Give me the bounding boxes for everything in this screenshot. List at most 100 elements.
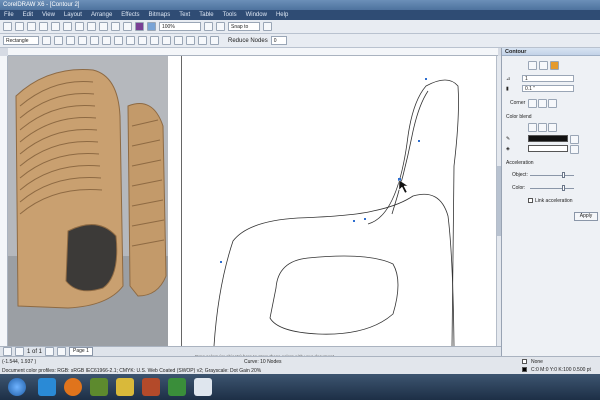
outline-color-icon: ✎	[506, 136, 511, 142]
docker-title: Contour	[502, 48, 600, 56]
counterclockwise-blend-icon[interactable]	[548, 123, 557, 132]
smooth-node-icon[interactable]	[126, 36, 135, 45]
reduce-nodes-input[interactable]: 0	[270, 36, 287, 45]
link-acceleration-checkbox[interactable]	[528, 198, 533, 203]
selection-mode-select[interactable]: Rectangle	[3, 36, 39, 45]
offset-input[interactable]: 0.1 "	[522, 85, 574, 92]
snap-to-dropdown[interactable]: Snap to	[228, 22, 260, 31]
welcome-screen-icon[interactable]	[147, 22, 156, 31]
cut-icon[interactable]	[51, 22, 60, 31]
photo-app-icon[interactable]	[142, 378, 160, 396]
page-1-tab[interactable]: Page 1	[69, 347, 93, 356]
reverse-direction-icon[interactable]	[150, 36, 159, 45]
export-icon[interactable]	[123, 22, 132, 31]
zoom-level-select[interactable]: 100%	[159, 22, 201, 31]
drawing-canvas[interactable]	[8, 56, 496, 346]
paste-icon[interactable]	[75, 22, 84, 31]
extract-subpath-icon[interactable]	[162, 36, 171, 45]
color-acceleration-slider[interactable]	[562, 185, 565, 191]
break-curve-icon[interactable]	[78, 36, 87, 45]
menu-file[interactable]: File	[4, 12, 14, 18]
clockwise-blend-icon[interactable]	[538, 123, 547, 132]
menu-edit[interactable]: Edit	[23, 12, 33, 18]
media-app-icon[interactable]	[90, 378, 108, 396]
outline-indicator-text: C:0 M:0 Y:0 K:100 0.500 pt	[531, 367, 591, 373]
round-corners-icon[interactable]	[538, 99, 547, 108]
align-nodes-icon[interactable]	[198, 36, 207, 45]
to-center-icon[interactable]	[528, 61, 537, 70]
color-acceleration-label: Color:	[512, 185, 526, 191]
firefox-icon[interactable]	[64, 378, 82, 396]
window-title-bar: CorelDRAW X6 - [Contour 2]	[0, 0, 600, 10]
full-screen-icon[interactable]	[204, 22, 213, 31]
select-all-nodes-icon[interactable]	[210, 36, 219, 45]
linear-blend-icon[interactable]	[528, 123, 537, 132]
fill-indicator-text: None	[531, 359, 543, 365]
steps-input[interactable]: 1	[522, 75, 574, 82]
menu-help[interactable]: Help	[276, 12, 288, 18]
apply-button[interactable]: Apply	[574, 212, 598, 221]
status-bar: (-1.544, 1.937 ) Curve: 10 Nodes Documen…	[0, 356, 600, 374]
stretch-nodes-icon[interactable]	[174, 36, 183, 45]
new-document-icon[interactable]	[3, 22, 12, 31]
curve-node	[220, 261, 222, 263]
corel-app-launcher-icon[interactable]	[135, 22, 144, 31]
fill-color-dropdown[interactable]	[570, 145, 579, 154]
app-taskbar-icon[interactable]	[194, 378, 212, 396]
menu-tools[interactable]: Tools	[223, 12, 237, 18]
fill-indicator-swatch[interactable]	[522, 359, 527, 364]
options-gear-icon[interactable]	[263, 22, 272, 31]
menu-view[interactable]: View	[42, 12, 55, 18]
undo-icon[interactable]	[87, 22, 96, 31]
cusp-node-icon[interactable]	[114, 36, 123, 45]
vertical-ruler[interactable]	[0, 56, 8, 346]
seat-cutout-curve	[269, 255, 399, 335]
show-rulers-icon[interactable]	[216, 22, 225, 31]
internet-explorer-icon[interactable]	[38, 378, 56, 396]
menu-bitmaps[interactable]: Bitmaps	[149, 12, 171, 18]
add-page-icon[interactable]	[57, 347, 67, 356]
offset-icon: ▮	[506, 86, 509, 92]
menu-table[interactable]: Table	[199, 12, 213, 18]
to-curve-icon[interactable]	[102, 36, 111, 45]
first-page-icon[interactable]	[3, 347, 12, 356]
join-nodes-icon[interactable]	[66, 36, 75, 45]
menu-window[interactable]: Window	[246, 12, 267, 18]
save-icon[interactable]	[27, 22, 36, 31]
coreldraw-taskbar-icon[interactable]	[168, 378, 186, 396]
delete-node-icon[interactable]	[54, 36, 63, 45]
redo-icon[interactable]	[99, 22, 108, 31]
menu-effects[interactable]: Effects	[121, 12, 139, 18]
import-icon[interactable]	[111, 22, 120, 31]
previous-page-icon[interactable]	[15, 347, 24, 356]
outside-contour-icon[interactable]	[550, 61, 559, 70]
object-acceleration-slider[interactable]	[562, 172, 565, 178]
copy-icon[interactable]	[63, 22, 72, 31]
rotate-nodes-icon[interactable]	[186, 36, 195, 45]
next-page-icon[interactable]	[45, 347, 55, 356]
fill-color-icon: ◈	[506, 146, 510, 152]
menu-layout[interactable]: Layout	[64, 12, 82, 18]
open-folder-icon[interactable]	[15, 22, 24, 31]
inside-contour-icon[interactable]	[539, 61, 548, 70]
fill-color-swatch[interactable]	[528, 145, 568, 152]
menu-text[interactable]: Text	[179, 12, 190, 18]
horizontal-ruler[interactable]	[8, 48, 498, 56]
print-icon[interactable]	[39, 22, 48, 31]
color-acceleration-track[interactable]	[530, 188, 574, 189]
object-acceleration-track[interactable]	[530, 175, 574, 176]
object-acceleration-label: Object:	[512, 172, 528, 178]
symmetrical-node-icon[interactable]	[138, 36, 147, 45]
add-node-icon[interactable]	[42, 36, 51, 45]
file-explorer-icon[interactable]	[116, 378, 134, 396]
to-line-icon[interactable]	[90, 36, 99, 45]
outline-indicator-swatch[interactable]	[522, 367, 527, 372]
mitered-corners-icon[interactable]	[528, 99, 537, 108]
curve-node	[353, 220, 355, 222]
outline-color-swatch[interactable]	[528, 135, 568, 142]
menu-arrange[interactable]: Arrange	[91, 12, 112, 18]
start-button-icon[interactable]	[8, 378, 26, 396]
outline-color-dropdown[interactable]	[570, 135, 579, 144]
beveled-corners-icon[interactable]	[548, 99, 557, 108]
chair-back-curve	[367, 79, 459, 346]
